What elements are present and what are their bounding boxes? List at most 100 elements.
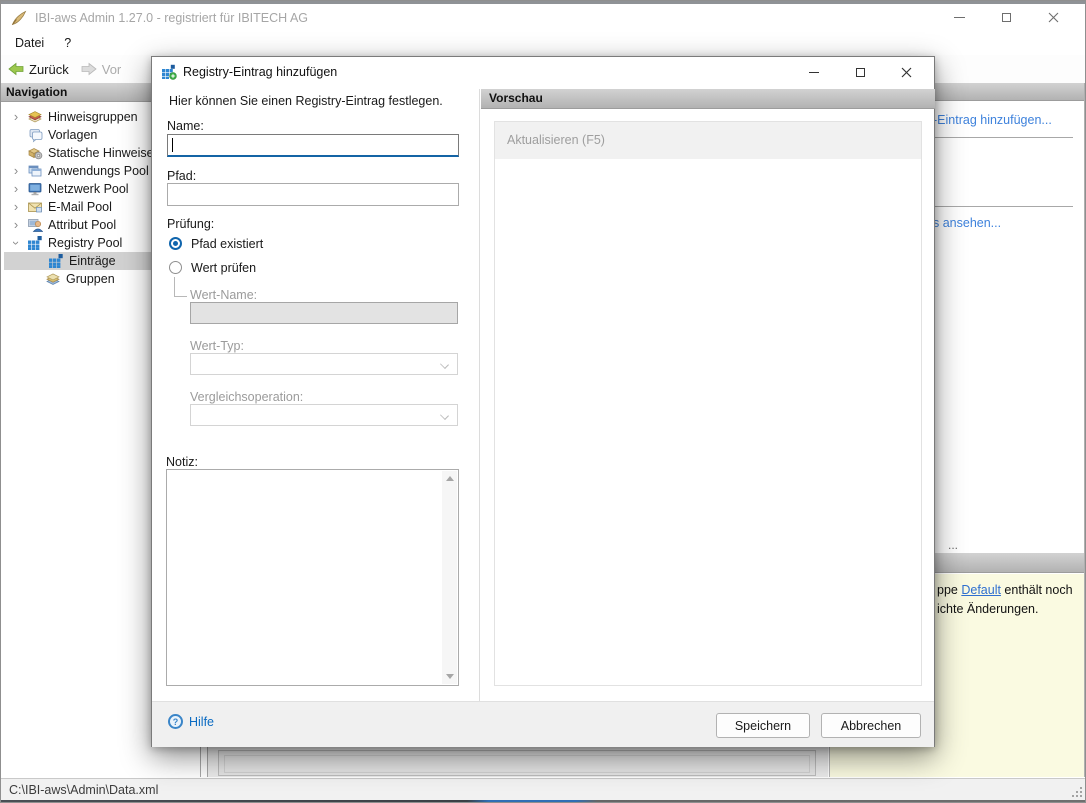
dialog-footer: Hilfe Speichern Abbrechen — [152, 701, 934, 747]
notes-stack-icon — [27, 109, 43, 125]
dialog-maximize-button[interactable] — [837, 57, 883, 87]
vergleichsoperation-label: Vergleichsoperation: — [190, 390, 303, 404]
dialog-icon — [161, 64, 177, 80]
menubar: Datei ? — [1, 31, 1085, 55]
chevron-right-icon[interactable] — [9, 112, 23, 122]
task-link-view[interactable]: s ansehen... — [933, 216, 1001, 230]
chevron-right-icon[interactable] — [9, 202, 23, 212]
group-connector-line — [174, 277, 175, 296]
chevron-right-icon[interactable] — [9, 220, 23, 230]
wert-name-input — [190, 302, 458, 324]
app-windows-icon — [27, 163, 43, 179]
radio-pfad-existiert[interactable] — [169, 237, 182, 250]
maximize-icon — [856, 68, 865, 77]
preview-header: Vorschau — [481, 89, 935, 109]
chevron-right-icon[interactable] — [9, 184, 23, 194]
pfad-input[interactable] — [167, 183, 459, 206]
notice-prefix: ppe — [937, 583, 961, 597]
minimize-button[interactable] — [936, 4, 983, 31]
menu-datei[interactable]: Datei — [15, 36, 44, 50]
registry-grid-icon — [27, 235, 43, 251]
sidebar-item-label: Attribut Pool — [48, 218, 116, 232]
network-monitor-icon — [27, 181, 43, 197]
triangle-up-icon — [446, 476, 454, 481]
help-link[interactable]: Hilfe — [168, 714, 214, 729]
email-envelope-icon — [27, 199, 43, 215]
sidebar-item-label: Gruppen — [66, 272, 115, 286]
group-connector-line — [174, 296, 187, 297]
groups-stack-icon — [45, 271, 61, 287]
person-monitor-icon — [27, 217, 43, 233]
app-icon — [10, 9, 28, 27]
titlebar: IBI-aws Admin 1.27.0 - registriert für I… — [1, 4, 1085, 31]
forward-label: Vor — [102, 62, 122, 77]
statusbar-path: C:\IBI-aws\Admin\Data.xml — [9, 783, 158, 797]
window-title: IBI-aws Admin 1.27.0 - registriert für I… — [35, 11, 308, 25]
preview-refresh-bar[interactable]: Aktualisieren (F5) — [495, 122, 921, 159]
dialog-minimize-button[interactable] — [791, 57, 837, 87]
static-note-gear-icon — [27, 145, 43, 161]
templates-icon — [27, 127, 43, 143]
sidebar-item-label: Hinweisgruppen — [48, 110, 138, 124]
maximize-icon — [1002, 13, 1011, 22]
minimize-icon — [954, 17, 965, 18]
wert-typ-select — [190, 353, 458, 375]
pruefung-label: Prüfung: — [167, 217, 214, 231]
notiz-textarea[interactable] — [166, 469, 459, 686]
wert-name-label: Wert-Name: — [190, 288, 257, 302]
cancel-button[interactable]: Abbrechen — [821, 713, 921, 738]
chevron-down-icon — [440, 360, 449, 369]
registry-entry-dialog: Registry-Eintrag hinzufügen Hier können … — [151, 56, 935, 747]
scroll-up-button[interactable] — [442, 471, 457, 486]
content-bottom-box-inner — [224, 755, 810, 773]
help-label: Hilfe — [189, 715, 214, 729]
scroll-down-button[interactable] — [442, 669, 457, 684]
help-icon — [168, 714, 183, 729]
task-link-add-entry[interactable]: -Eintrag hinzufügen... — [933, 113, 1052, 127]
dialog-intro-text: Hier können Sie einen Registry-Eintrag f… — [169, 94, 443, 108]
arrow-left-icon — [8, 62, 24, 76]
sidebar-item-label: Anwendungs Pool — [48, 164, 149, 178]
dialog-title: Registry-Eintrag hinzufügen — [183, 65, 337, 79]
notice-suffix: enthält noch — [1001, 583, 1073, 597]
chevron-down-icon[interactable] — [11, 236, 21, 250]
sidebar-item-label: Registry Pool — [48, 236, 122, 250]
radio-wert-pruefen[interactable] — [169, 261, 182, 274]
chevron-down-icon — [440, 411, 449, 420]
pfad-label: Pfad: — [167, 169, 196, 183]
chevron-right-icon[interactable] — [9, 166, 23, 176]
notiz-label: Notiz: — [166, 455, 198, 469]
sidebar-item-label: E-Mail Pool — [48, 200, 112, 214]
vergleichsoperation-select — [190, 404, 458, 426]
menu-help[interactable]: ? — [64, 36, 71, 50]
notice-line2: ichte Änderungen. — [937, 602, 1038, 616]
resize-grip[interactable] — [1070, 785, 1082, 797]
sidebar-item-label: Netzwerk Pool — [48, 182, 129, 196]
maximize-button[interactable] — [983, 4, 1030, 31]
notice-line1: ppe Default enthält noch — [937, 583, 1073, 597]
sidebar-item-label: Vorlagen — [48, 128, 97, 142]
wert-typ-label: Wert-Typ: — [190, 339, 244, 353]
minimize-icon — [809, 72, 819, 73]
registry-grid-icon — [48, 253, 64, 269]
dialog-close-button[interactable] — [883, 57, 929, 87]
name-input[interactable] — [167, 134, 459, 157]
back-label: Zurück — [29, 62, 69, 77]
close-button[interactable] — [1030, 4, 1077, 31]
close-icon — [901, 67, 912, 78]
radio-pfad-existiert-label[interactable]: Pfad existiert — [191, 237, 263, 251]
notiz-scrollbar[interactable] — [442, 471, 457, 684]
statusbar: C:\IBI-aws\Admin\Data.xml — [1, 778, 1085, 800]
notice-default-link[interactable]: Default — [961, 583, 1001, 597]
save-button[interactable]: Speichern — [716, 713, 810, 738]
name-label: Name: — [167, 119, 204, 133]
forward-button[interactable]: Vor — [81, 62, 122, 77]
arrow-right-icon — [81, 62, 97, 76]
radio-wert-pruefen-label[interactable]: Wert prüfen — [191, 261, 256, 275]
sidebar-item-label: Statische Hinweise — [48, 146, 154, 160]
dialog-titlebar: Registry-Eintrag hinzufügen — [152, 57, 934, 87]
task-panel-overflow-text: ... — [948, 538, 958, 552]
sidebar-item-label: Einträge — [69, 254, 116, 268]
triangle-down-icon — [446, 674, 454, 679]
back-button[interactable]: Zurück — [8, 62, 69, 77]
